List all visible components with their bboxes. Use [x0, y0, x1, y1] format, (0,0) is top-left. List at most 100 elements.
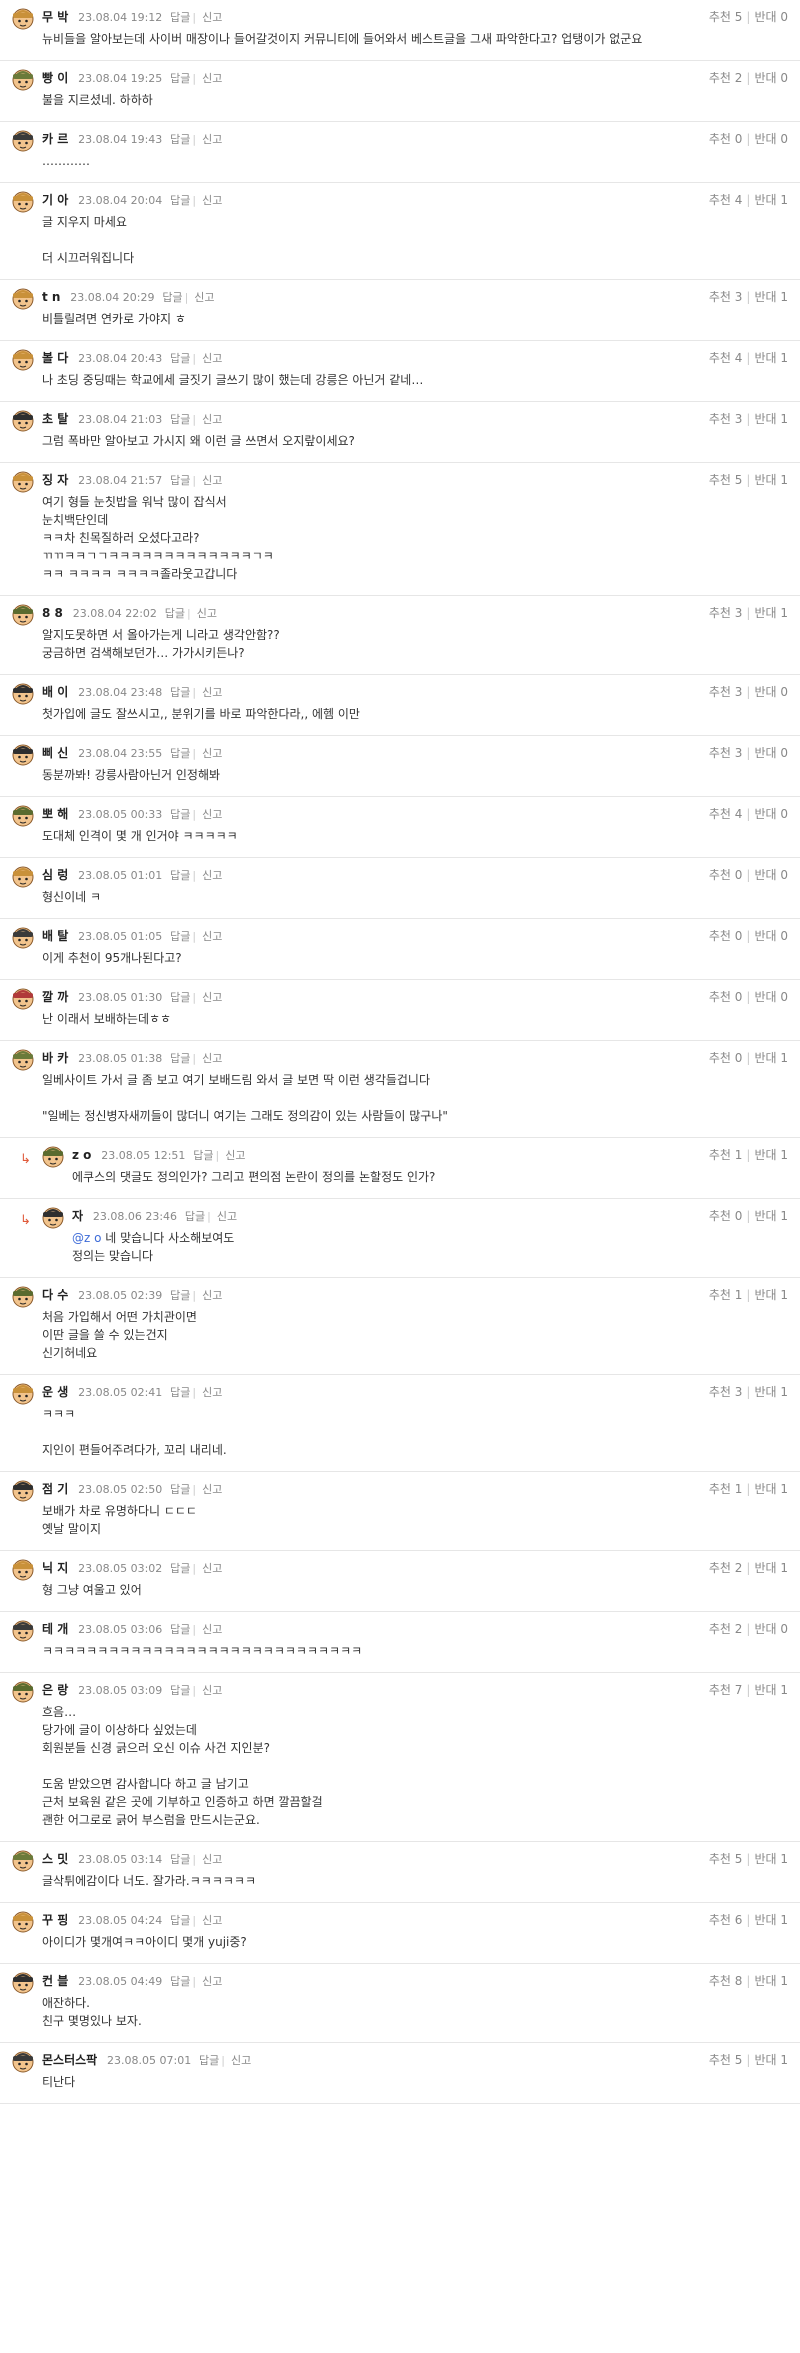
reply-link[interactable]: 답글: [170, 930, 190, 943]
nickname[interactable]: 자: [72, 1207, 83, 1225]
upvote-button[interactable]: 추천 0: [709, 132, 743, 146]
downvote-button[interactable]: 반대 0: [754, 685, 788, 699]
avatar-icon[interactable]: [12, 866, 34, 888]
avatar-icon[interactable]: [12, 1383, 34, 1405]
report-link[interactable]: 신고: [202, 1623, 222, 1636]
upvote-button[interactable]: 추천 5: [709, 2053, 743, 2067]
avatar-icon[interactable]: [42, 1207, 64, 1229]
upvote-button[interactable]: 추천 5: [709, 1852, 743, 1866]
downvote-button[interactable]: 반대 1: [754, 1913, 788, 1927]
upvote-button[interactable]: 추천 0: [709, 1051, 743, 1065]
avatar-icon[interactable]: [12, 604, 34, 626]
reply-link[interactable]: 답글: [170, 991, 190, 1004]
upvote-button[interactable]: 추천 0: [709, 990, 743, 1004]
report-link[interactable]: 신고: [202, 1386, 222, 1399]
upvote-button[interactable]: 추천 3: [709, 746, 743, 760]
downvote-button[interactable]: 반대 1: [754, 1288, 788, 1302]
reply-link[interactable]: 답글: [170, 133, 190, 146]
avatar-icon[interactable]: [12, 2051, 34, 2073]
reply-link[interactable]: 답글: [170, 72, 190, 85]
nickname[interactable]: 빵 이: [42, 69, 68, 87]
report-link[interactable]: 신고: [202, 72, 222, 85]
report-link[interactable]: 신고: [202, 194, 222, 207]
avatar-icon[interactable]: [12, 130, 34, 152]
upvote-button[interactable]: 추천 2: [709, 71, 743, 85]
downvote-button[interactable]: 반대 1: [754, 1561, 788, 1575]
downvote-button[interactable]: 반대 1: [754, 1683, 788, 1697]
avatar-icon[interactable]: [12, 683, 34, 705]
upvote-button[interactable]: 추천 4: [709, 351, 743, 365]
downvote-button[interactable]: 반대 1: [754, 473, 788, 487]
reply-link[interactable]: 답글: [170, 1975, 190, 1988]
upvote-button[interactable]: 추천 0: [709, 929, 743, 943]
reply-link[interactable]: 답글: [170, 194, 190, 207]
upvote-button[interactable]: 추천 1: [709, 1288, 743, 1302]
avatar-icon[interactable]: [12, 1911, 34, 1933]
nickname[interactable]: 무 박: [42, 8, 68, 26]
report-link[interactable]: 신고: [194, 291, 214, 304]
avatar-icon[interactable]: [12, 1049, 34, 1071]
downvote-button[interactable]: 반대 0: [754, 868, 788, 882]
report-link[interactable]: 신고: [202, 1289, 222, 1302]
upvote-button[interactable]: 추천 4: [709, 193, 743, 207]
avatar-icon[interactable]: [12, 1620, 34, 1642]
avatar-icon[interactable]: [42, 1146, 64, 1168]
nickname[interactable]: 운 생: [42, 1383, 68, 1401]
nickname[interactable]: 닉 지: [42, 1559, 68, 1577]
downvote-button[interactable]: 반대 1: [754, 193, 788, 207]
avatar-icon[interactable]: [12, 1559, 34, 1581]
nickname[interactable]: 몬스터스팍: [42, 2051, 97, 2069]
reply-link[interactable]: 답글: [170, 808, 190, 821]
avatar-icon[interactable]: [12, 349, 34, 371]
upvote-button[interactable]: 추천 3: [709, 685, 743, 699]
report-link[interactable]: 신고: [202, 11, 222, 24]
report-link[interactable]: 신고: [202, 808, 222, 821]
reply-link[interactable]: 답글: [170, 1289, 190, 1302]
avatar-icon[interactable]: [12, 988, 34, 1010]
reply-link[interactable]: 답글: [170, 869, 190, 882]
upvote-button[interactable]: 추천 8: [709, 1974, 743, 1988]
upvote-button[interactable]: 추천 3: [709, 606, 743, 620]
reply-link[interactable]: 답글: [170, 474, 190, 487]
nickname[interactable]: 징 자: [42, 471, 68, 489]
nickname[interactable]: t n: [42, 288, 60, 306]
downvote-button[interactable]: 반대 1: [754, 351, 788, 365]
reply-link[interactable]: 답글: [170, 1914, 190, 1927]
reply-link[interactable]: 답글: [170, 747, 190, 760]
nickname[interactable]: 초 탈: [42, 410, 68, 428]
upvote-button[interactable]: 추천 3: [709, 290, 743, 304]
reply-link[interactable]: 답글: [170, 1386, 190, 1399]
downvote-button[interactable]: 반대 1: [754, 1852, 788, 1866]
nickname[interactable]: 컨 블: [42, 1972, 68, 1990]
report-link[interactable]: 신고: [202, 352, 222, 365]
reply-link[interactable]: 답글: [170, 1853, 190, 1866]
reply-link[interactable]: 답글: [193, 1149, 213, 1162]
nickname[interactable]: 삐 신: [42, 744, 68, 762]
avatar-icon[interactable]: [12, 1850, 34, 1872]
downvote-button[interactable]: 반대 1: [754, 1148, 788, 1162]
report-link[interactable]: 신고: [202, 1052, 222, 1065]
nickname[interactable]: z o: [72, 1146, 91, 1164]
report-link[interactable]: 신고: [202, 474, 222, 487]
upvote-button[interactable]: 추천 0: [709, 1209, 743, 1223]
downvote-button[interactable]: 반대 0: [754, 929, 788, 943]
upvote-button[interactable]: 추천 0: [709, 868, 743, 882]
upvote-button[interactable]: 추천 2: [709, 1622, 743, 1636]
report-link[interactable]: 신고: [202, 1975, 222, 1988]
report-link[interactable]: 신고: [202, 686, 222, 699]
nickname[interactable]: 뽀 해: [42, 805, 68, 823]
report-link[interactable]: 신고: [202, 869, 222, 882]
downvote-button[interactable]: 반대 0: [754, 807, 788, 821]
nickname[interactable]: 카 르: [42, 130, 68, 148]
upvote-button[interactable]: 추천 7: [709, 1683, 743, 1697]
nickname[interactable]: 점 기: [42, 1480, 68, 1498]
upvote-button[interactable]: 추천 1: [709, 1482, 743, 1496]
upvote-button[interactable]: 추천 2: [709, 1561, 743, 1575]
report-link[interactable]: 신고: [202, 1483, 222, 1496]
nickname[interactable]: 다 수: [42, 1286, 68, 1304]
avatar-icon[interactable]: [12, 1681, 34, 1703]
downvote-button[interactable]: 반대 1: [754, 1209, 788, 1223]
nickname[interactable]: 볼 다: [42, 349, 68, 367]
report-link[interactable]: 신고: [202, 1914, 222, 1927]
downvote-button[interactable]: 반대 0: [754, 746, 788, 760]
